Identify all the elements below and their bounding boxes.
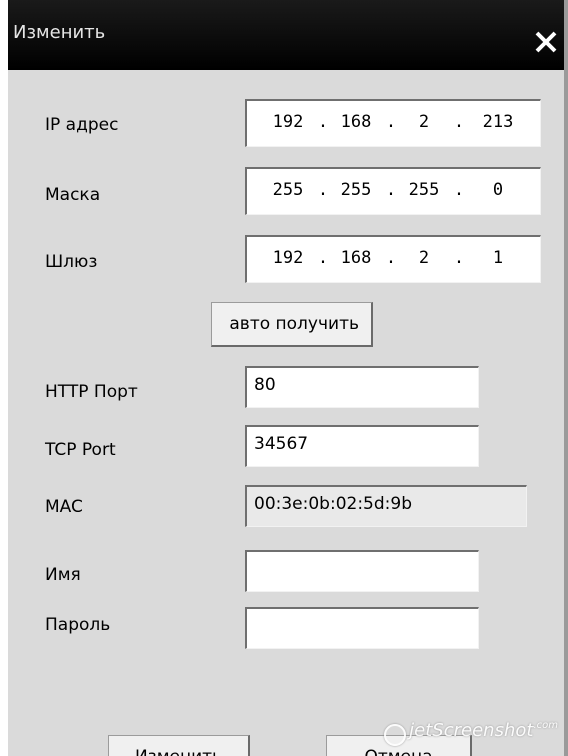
mask-label: Маска	[45, 185, 101, 205]
watermark-text: jetScreenshot	[409, 720, 534, 741]
gateway-octet-3[interactable]: 2	[399, 248, 449, 268]
window-title: Изменить	[13, 22, 106, 43]
close-icon[interactable]	[530, 26, 562, 58]
tcp-port-label: TCP Port	[45, 440, 116, 460]
ip-octet-2[interactable]: 168	[331, 112, 381, 132]
ip-octet-3[interactable]: 2	[399, 112, 449, 132]
mask-dot-2: .	[385, 180, 397, 200]
gateway-dot-2: .	[385, 248, 397, 268]
gateway-octet-2[interactable]: 168	[331, 248, 381, 268]
http-port-input[interactable]: 80	[245, 366, 479, 408]
edit-network-dialog: Изменить IP адрес 192 . 168 . 2 . 213 Ма…	[0, 0, 568, 756]
gateway-input[interactable]: 192 . 168 . 2 . 1	[245, 235, 541, 283]
mac-field: 00:3e:0b:02:5d:9b	[245, 485, 527, 527]
mask-dot-3: .	[453, 180, 465, 200]
mask-octet-3[interactable]: 255	[399, 180, 449, 200]
ip-dot-3: .	[453, 112, 465, 132]
title-bar[interactable]: Изменить	[8, 0, 564, 70]
ip-address-input[interactable]: 192 . 168 . 2 . 213	[245, 99, 541, 147]
mask-octet-1[interactable]: 255	[263, 180, 313, 200]
apply-button[interactable]: Изменить	[108, 735, 250, 756]
ip-octet-1[interactable]: 192	[263, 112, 313, 132]
mac-label: MAC	[45, 497, 83, 517]
tcp-port-input[interactable]: 34567	[245, 425, 479, 467]
gateway-dot-1: .	[317, 248, 329, 268]
watermark: jetScreenshot.com	[409, 720, 558, 741]
gateway-octet-4[interactable]: 1	[473, 248, 523, 268]
username-input[interactable]	[245, 550, 479, 592]
gateway-dot-3: .	[453, 248, 465, 268]
http-port-label: HTTP Порт	[45, 382, 138, 402]
auto-obtain-button[interactable]: авто получить	[211, 302, 373, 347]
mask-octet-4[interactable]: 0	[473, 180, 523, 200]
camera-lens-icon	[384, 724, 406, 746]
close-icon-glyph	[535, 31, 557, 53]
gateway-label: Шлюз	[45, 252, 98, 272]
username-label: Имя	[45, 565, 81, 585]
gateway-octet-1[interactable]: 192	[263, 248, 313, 268]
ip-address-label: IP адрес	[45, 115, 119, 135]
auto-obtain-label: авто получить	[229, 314, 359, 334]
password-input[interactable]	[245, 607, 479, 649]
ip-dot-1: .	[317, 112, 329, 132]
password-label: Пароль	[45, 615, 111, 635]
ip-dot-2: .	[385, 112, 397, 132]
mask-octet-2[interactable]: 255	[331, 180, 381, 200]
mask-dot-1: .	[317, 180, 329, 200]
watermark-suffix: .com	[533, 720, 558, 731]
mask-input[interactable]: 255 . 255 . 255 . 0	[245, 167, 541, 215]
ip-octet-4[interactable]: 213	[473, 112, 523, 132]
